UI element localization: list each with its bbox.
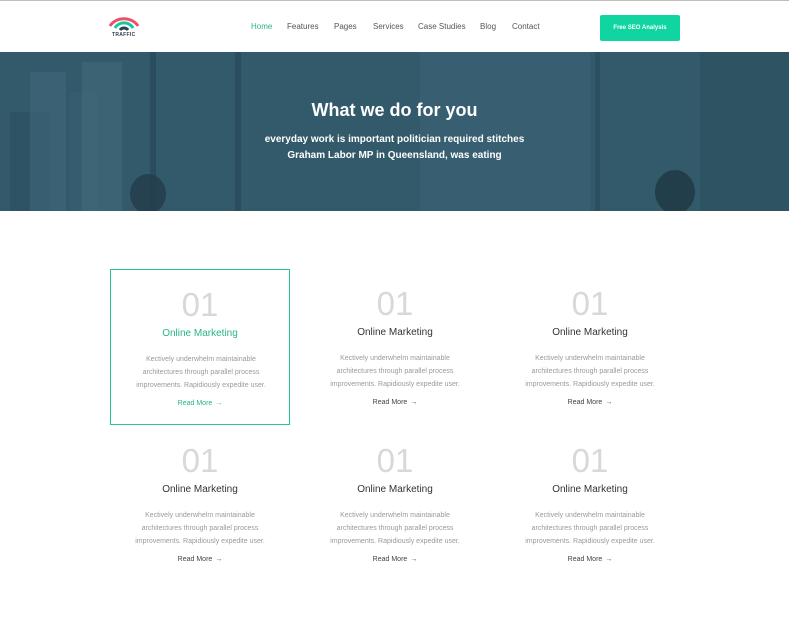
service-description: Kectively underwhelm maintainable archit… [525, 512, 655, 545]
free-seo-analysis-button[interactable]: Free SEO Analysis [600, 15, 680, 41]
service-title: Online Marketing [357, 484, 433, 495]
nav-home[interactable]: Home [251, 22, 272, 31]
read-more-link[interactable]: Read More → [500, 556, 680, 563]
service-card: 01 Online Marketing Kectively underwhelm… [110, 426, 290, 582]
arrow-right-icon: → [410, 399, 418, 406]
arrow-right-icon: → [605, 556, 613, 563]
nav-case-studies[interactable]: Case Studies [418, 22, 466, 31]
page: TRAFFIC Home Features Pages Services Cas… [0, 0, 789, 627]
arrow-right-icon: → [410, 556, 418, 563]
service-number: 01 [376, 442, 414, 479]
service-description: Kectively underwhelm maintainable archit… [135, 512, 265, 545]
service-number: 01 [181, 442, 219, 479]
service-number: 01 [181, 286, 219, 323]
hero-subtitle-line-2: Graham Labor MP in Queensland, was eatin… [287, 150, 502, 161]
arrow-right-icon: → [215, 400, 223, 407]
nav-services[interactable]: Services [373, 22, 404, 31]
hero-background-image [0, 52, 789, 211]
service-number: 01 [376, 285, 414, 322]
hero-subtitle-line-1: everyday work is important politician re… [264, 134, 525, 145]
nav-contact[interactable]: Contact [512, 22, 540, 31]
read-more-link[interactable]: Read More → [111, 400, 289, 407]
nav-blog[interactable]: Blog [480, 22, 496, 31]
service-title: Online Marketing [552, 484, 628, 495]
hero-title: What we do for you [311, 100, 478, 120]
nav-pages[interactable]: Pages [334, 22, 357, 31]
service-description: Kectively underwhelm maintainable archit… [330, 512, 460, 545]
service-card: 01 Online Marketing Kectively underwhelm… [305, 269, 485, 425]
read-more-link[interactable]: Read More → [500, 399, 680, 406]
arrow-right-icon: → [215, 556, 223, 563]
service-number: 01 [571, 285, 609, 322]
site-header: TRAFFIC Home Features Pages Services Cas… [0, 0, 789, 52]
service-title: Online Marketing [162, 484, 238, 495]
service-description: Kectively underwhelm maintainable archit… [330, 355, 460, 388]
nav-features[interactable]: Features [287, 22, 319, 31]
service-title: Online Marketing [162, 328, 238, 339]
read-more-link[interactable]: Read More → [305, 399, 485, 406]
hero-banner: What we do for you everyday work is impo… [0, 52, 789, 211]
service-number: 01 [571, 442, 609, 479]
service-title: Online Marketing [552, 327, 628, 338]
service-description: Kectively underwhelm maintainable archit… [136, 356, 266, 389]
service-card: 01 Online Marketing Kectively underwhelm… [500, 426, 680, 582]
service-title: Online Marketing [357, 327, 433, 338]
service-card: 01 Online Marketing Kectively underwhelm… [110, 269, 290, 425]
service-card: 01 Online Marketing Kectively underwhelm… [305, 426, 485, 582]
service-description: Kectively underwhelm maintainable archit… [525, 355, 655, 388]
service-card: 01 Online Marketing Kectively underwhelm… [500, 269, 680, 425]
read-more-link[interactable]: Read More → [305, 556, 485, 563]
logo-text: TRAFFIC [112, 32, 136, 38]
read-more-link[interactable]: Read More → [110, 556, 290, 563]
arrow-right-icon: → [605, 399, 613, 406]
